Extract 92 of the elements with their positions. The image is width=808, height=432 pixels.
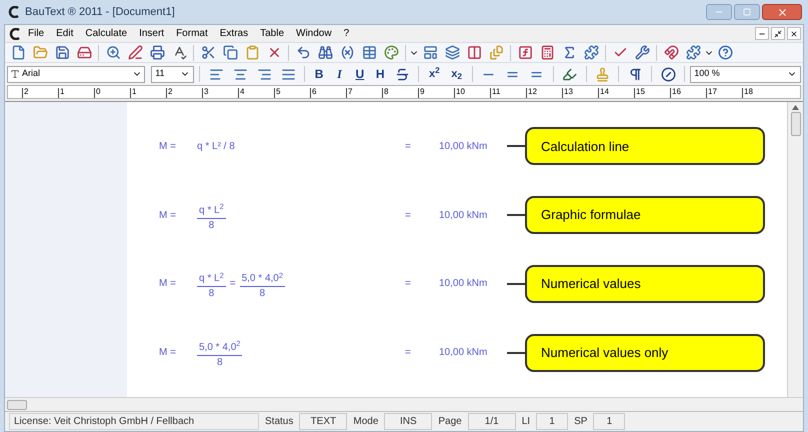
- fraction: 5,0 * 4,0$^{2}$ 8: [240, 270, 286, 302]
- menu-item[interactable]: Table: [255, 26, 289, 41]
- menu-item[interactable]: File: [23, 26, 50, 41]
- status-field: INS: [384, 413, 432, 430]
- result-value: 10,00 kNm: [439, 140, 488, 154]
- ruler-number: 8: [383, 88, 388, 96]
- window-title: BauText ® 2011 - [Document1]: [25, 4, 175, 20]
- equals-sign: =: [405, 140, 412, 154]
- menu-item[interactable]: Format: [171, 26, 213, 41]
- status-label: SP: [574, 415, 588, 429]
- restore-icon: [774, 30, 782, 38]
- ruler-number: 9: [419, 88, 424, 96]
- close-icon: [790, 30, 798, 38]
- horizontal-scrollbar[interactable]: [5, 397, 803, 411]
- scroll-thumb[interactable]: [790, 112, 800, 136]
- status-label: Status: [265, 415, 294, 429]
- callout-box: Numerical values: [525, 264, 765, 303]
- close-icon: [776, 6, 788, 18]
- ruler-number: 3: [203, 88, 208, 96]
- status-label: LI: [522, 415, 530, 429]
- format-button[interactable]: H: [371, 64, 390, 84]
- ruler-number: 14: [599, 88, 609, 96]
- ruler-number: 4: [239, 88, 244, 96]
- formula-text: =: [230, 277, 236, 292]
- menu-item[interactable]: Calculate: [80, 26, 132, 41]
- restore-button[interactable]: [771, 27, 785, 40]
- status-field: 1: [536, 413, 568, 430]
- callout-box: Graphic formulae: [525, 196, 765, 234]
- formula-text: q * L² / 8: [197, 140, 235, 154]
- fraction: q * L$^{2}$ 8: [197, 200, 226, 233]
- minimize-button[interactable]: [755, 27, 769, 40]
- font-select[interactable]: Arial: [7, 66, 146, 82]
- ruler-number: 15: [635, 88, 645, 96]
- ruler-number: 12: [527, 88, 537, 96]
- menu-item[interactable]: Edit: [51, 26, 78, 41]
- ruler-number: 1: [59, 88, 64, 96]
- leader-line: [507, 352, 525, 354]
- status-label: Mode: [353, 415, 378, 429]
- status-field: 1/1: [468, 413, 516, 430]
- format-button[interactable]: B: [310, 64, 328, 84]
- menu-item[interactable]: ?: [338, 26, 354, 41]
- script-button[interactable]: x$^{2}$: [424, 64, 444, 84]
- formula-label: M =: [159, 277, 177, 292]
- ruler-number: 0: [95, 88, 100, 96]
- fraction: 5,0 * 4,0$^{2}$ 8: [197, 338, 242, 370]
- result-value: 10,00 kNm: [439, 277, 488, 292]
- leader-line: [507, 282, 525, 285]
- equals-sign: =: [405, 346, 412, 360]
- menu-item[interactable]: Window: [291, 26, 337, 41]
- result-value: 10,00 kNm: [439, 346, 488, 360]
- close-button[interactable]: [787, 27, 801, 40]
- ruler-number: 2: [23, 88, 28, 96]
- ruler-number: 16: [671, 88, 681, 96]
- formula-label: M =: [159, 208, 177, 223]
- status-field: 1: [593, 413, 626, 430]
- callout-box: Calculation line: [525, 127, 765, 166]
- size-select[interactable]: 11: [151, 66, 194, 82]
- ruler-number: 10: [455, 88, 465, 96]
- leader-line: [507, 145, 525, 148]
- maximize-icon: [743, 8, 751, 16]
- menu-item[interactable]: Extras: [214, 26, 254, 41]
- formula-label: M =: [159, 140, 177, 154]
- logo-icon: [7, 28, 21, 40]
- logo-icon: [6, 6, 20, 18]
- ruler-number: 17: [707, 88, 717, 96]
- menu-item[interactable]: Insert: [134, 26, 170, 41]
- callout-box: Numerical values only: [525, 334, 765, 372]
- status-field: TEXT: [299, 413, 348, 430]
- zoom-select[interactable]: 100 %: [690, 66, 802, 82]
- script-button[interactable]: x$_{2}$: [446, 64, 467, 84]
- scroll-thumb[interactable]: [7, 400, 27, 410]
- ruler-number: 6: [311, 88, 316, 96]
- ruler-number: 5: [275, 88, 280, 96]
- vertical-scrollbar[interactable]: [787, 102, 803, 397]
- up-arrow-icon[interactable]: [792, 105, 799, 110]
- formula-label: M =: [159, 346, 177, 360]
- format-button[interactable]: I: [330, 64, 349, 84]
- status-label: License: Veit Christoph GmbH / Fellbach: [9, 413, 259, 430]
- ruler-number: 1: [131, 88, 136, 96]
- equals-sign: =: [405, 208, 412, 223]
- format-button[interactable]: U: [350, 64, 370, 84]
- ruler-number: 11: [491, 88, 500, 96]
- leader-line: [507, 214, 525, 216]
- ruler-number: 13: [563, 88, 573, 96]
- status-label: Page: [438, 415, 462, 429]
- result-value: 10,00 kNm: [439, 208, 488, 223]
- ruler-number: 2: [167, 88, 172, 96]
- font-icon: [10, 69, 20, 79]
- ruler-number: 7: [347, 88, 352, 96]
- fraction: q * L$^{2}$ 8: [197, 270, 226, 302]
- ruler-number: 18: [743, 88, 753, 96]
- equals-sign: =: [405, 277, 412, 292]
